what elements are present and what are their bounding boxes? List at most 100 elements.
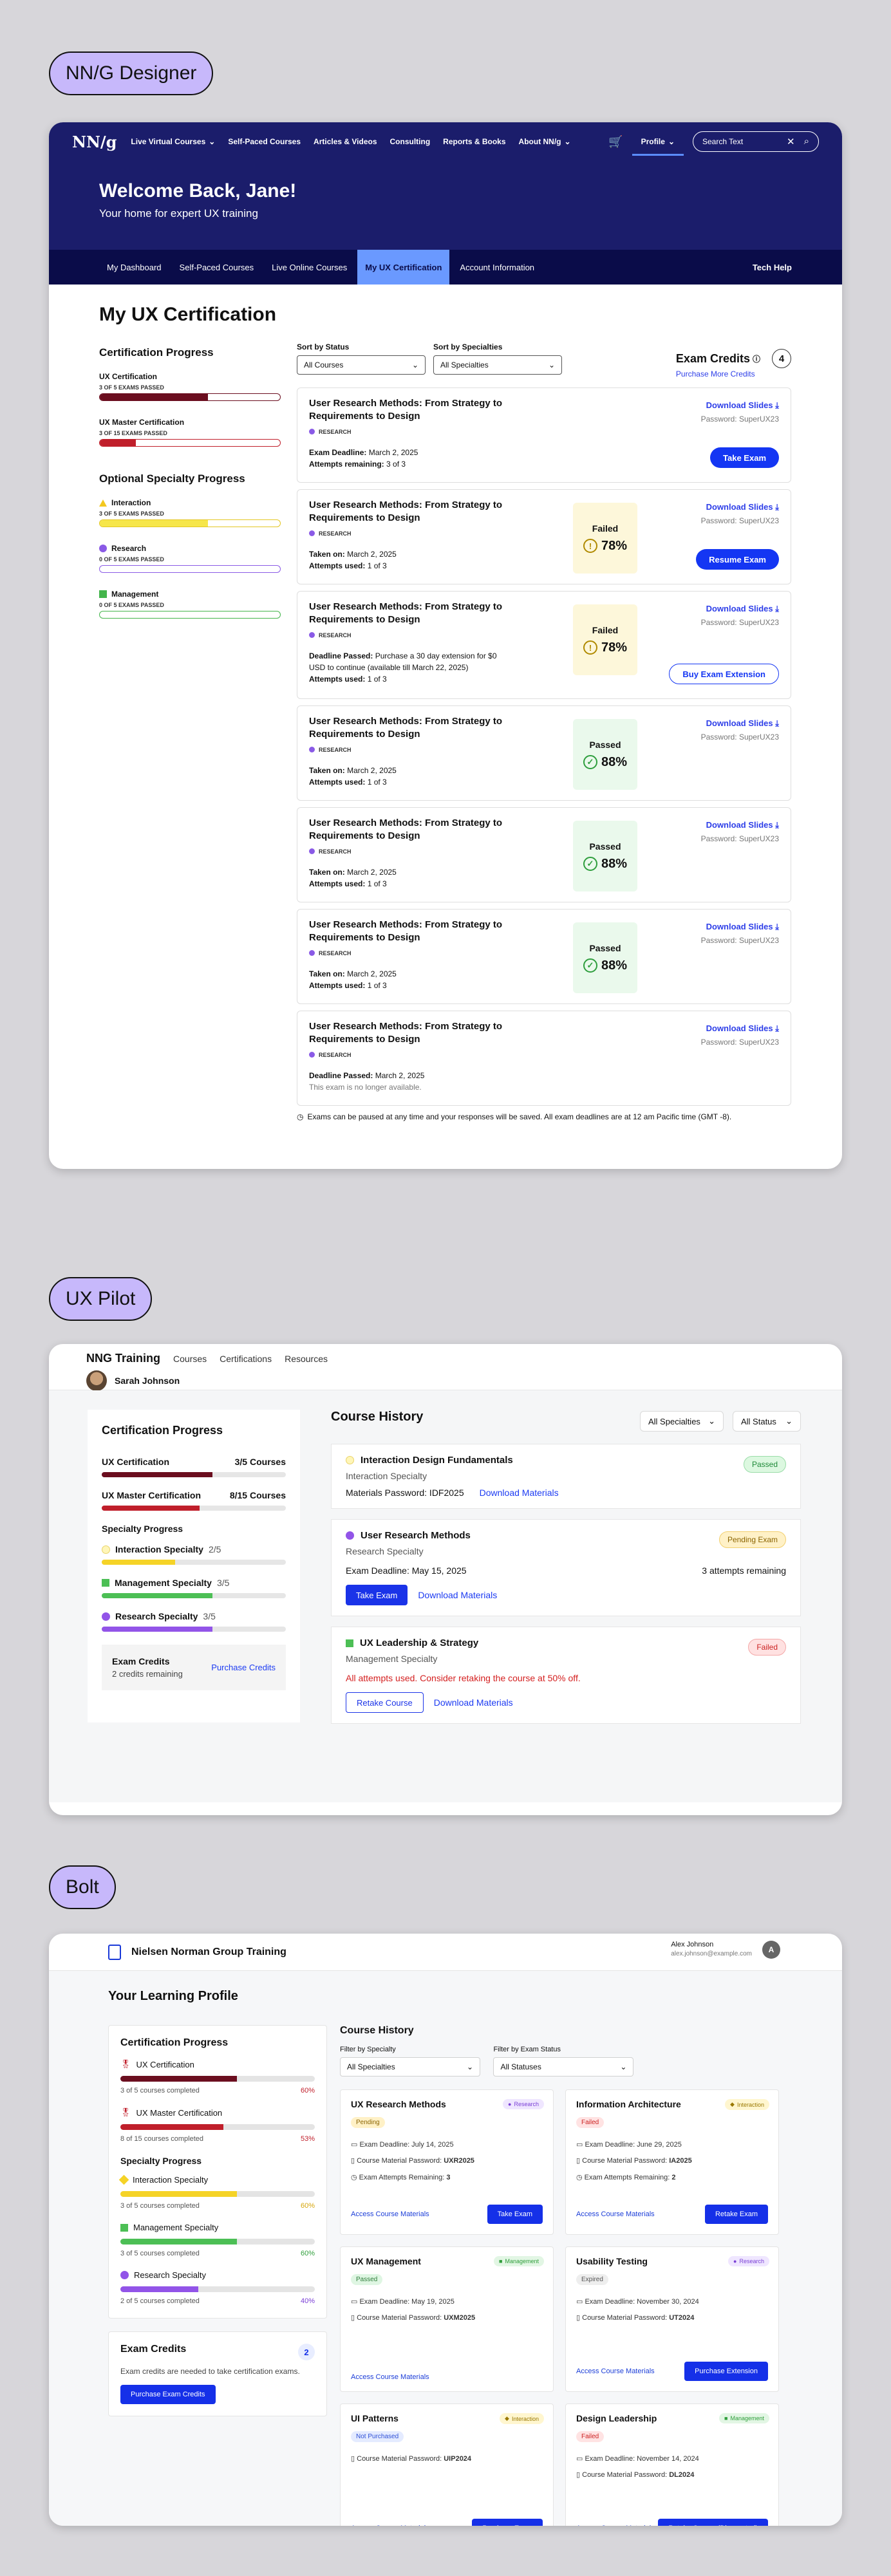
exam-card: User Research Methods: From Strategy to … [297, 705, 791, 801]
section-label-bolt: Bolt [49, 1865, 116, 1909]
circle-icon [309, 747, 315, 752]
exam-info: Taken on: March 2, 2025 Attempts used: 1… [309, 969, 397, 990]
course-card: Information Architecture ◆ Interaction Fa… [565, 2089, 779, 2235]
nav-reports[interactable]: Reports & Books [443, 137, 505, 146]
chevron-down-icon: ⌄ [466, 2062, 473, 2071]
specialty-filter-select[interactable]: All Specialties ⌄ [433, 355, 562, 375]
exam-credits: Exam Credits ⓘ 4 Purchase More Credits [676, 349, 791, 380]
download-materials-link[interactable]: Download Materials [480, 1488, 559, 1498]
tab-live-online[interactable]: Live Online Courses [264, 250, 355, 285]
chevron-down-icon: ⌄ [668, 136, 675, 146]
nav-certifications[interactable]: Certifications [220, 1354, 272, 1364]
course-card: UI Patterns ◆ Interaction Not Purchased ▯… [340, 2403, 554, 2526]
nng-logo[interactable]: NN/g [72, 133, 117, 151]
tab-ux-certification[interactable]: My UX Certification [357, 250, 450, 285]
progress-bar [102, 1506, 286, 1511]
slides-password: Password: SuperUX23 [700, 936, 779, 945]
download-slides-link[interactable]: Download Slides ⤓ [706, 604, 779, 613]
score-box: Passed ✓ 88% [573, 821, 637, 891]
course-action-button[interactable]: Retake Course (Discounted) [658, 2519, 768, 2526]
download-slides-link[interactable]: Download Slides ⤓ [706, 1023, 779, 1033]
retake-course-button[interactable]: Retake Course [346, 1692, 424, 1713]
nav-courses[interactable]: Courses [173, 1354, 207, 1364]
square-icon [346, 1639, 353, 1647]
exam-action-button[interactable]: Resume Exam [696, 549, 779, 570]
status-badge: Passed [743, 1456, 786, 1473]
exam-info: Taken on: March 2, 2025 Attempts used: 1… [309, 765, 397, 787]
nng-top-nav: NN/g Live Virtual Courses ⌄ Self-Paced Co… [49, 122, 842, 161]
info-icon[interactable]: ⓘ [753, 353, 760, 364]
search-icon[interactable]: ⌕ [804, 136, 809, 147]
purchase-credits-link[interactable]: Purchase Credits [211, 1663, 276, 1672]
status-filter-select[interactable]: All Statuses ⌄ [493, 2057, 634, 2077]
bolt-brand[interactable]: Nielsen Norman Group Training [131, 1946, 286, 1958]
specialty-icon: ● [733, 2258, 737, 2264]
exam-card: User Research Methods: From Strategy to … [297, 807, 791, 902]
circle-icon [346, 1531, 354, 1540]
status-select[interactable]: All Status ⌄ [733, 1411, 801, 1432]
nav-about[interactable]: About NN/g ⌄ [519, 137, 571, 146]
score-box: Failed ! 78% [573, 503, 637, 574]
take-exam-button[interactable]: Take Exam [346, 1585, 408, 1605]
tab-self-paced[interactable]: Self-Paced Courses [172, 250, 262, 285]
close-icon[interactable]: ✕ [787, 136, 795, 147]
exam-card: User Research Methods: From Strategy to … [297, 1011, 791, 1106]
access-materials-link[interactable]: Access Course Materials [351, 2525, 429, 2526]
exam-action-button[interactable]: Buy Exam Extension [669, 664, 779, 684]
download-slides-link[interactable]: Download Slides ⤓ [706, 922, 779, 931]
nav-articles[interactable]: Articles & Videos [314, 137, 377, 146]
course-card: Usability Testing ● Research Expired ▭ Ex… [565, 2246, 779, 2392]
progress-bar [102, 1472, 286, 1477]
tab-account-info[interactable]: Account Information [452, 250, 542, 285]
status-badge: Passed [351, 2274, 383, 2285]
download-materials-link[interactable]: Download Materials [434, 1697, 513, 1708]
specialty-icon: ■ [724, 2415, 728, 2422]
search-input[interactable]: Search Text ✕ ⌕ [693, 131, 819, 152]
clock-icon: ◷ [576, 2173, 583, 2181]
tech-help-link[interactable]: Tech Help [753, 250, 792, 285]
nav-self-paced[interactable]: Self-Paced Courses [228, 137, 301, 146]
document-icon: ▯ [351, 2157, 355, 2165]
uxp-window: NNG Training Courses Certifications Reso… [49, 1344, 842, 1815]
user-profile[interactable]: Sarah Johnson [86, 1370, 805, 1391]
download-icon: ⤓ [775, 820, 779, 830]
uxp-progress-panel: Certification Progress UX Certification 3… [88, 1410, 300, 1722]
access-materials-link[interactable]: Access Course Materials [351, 2210, 429, 2218]
nav-resources[interactable]: Resources [285, 1354, 328, 1364]
download-slides-link[interactable]: Download Slides ⤓ [706, 502, 779, 512]
calendar-icon: ▭ [576, 2455, 583, 2463]
check-circle-icon: ✓ [583, 755, 597, 769]
status-badge: Pending [351, 2117, 385, 2128]
uxp-brand[interactable]: NNG Training [86, 1352, 160, 1365]
purchase-credits-link[interactable]: Purchase More Credits [676, 369, 755, 378]
course-action-button[interactable]: Purchase Exam [472, 2519, 543, 2526]
status-filter-select[interactable]: All Courses ⌄ [297, 355, 426, 375]
nav-consulting[interactable]: Consulting [390, 137, 431, 146]
specialty-badge: ◆ Interaction [725, 2099, 769, 2110]
specialty-filter-select[interactable]: All Specialties ⌄ [340, 2057, 480, 2077]
circle-icon [309, 950, 315, 956]
tab-dashboard[interactable]: My Dashboard [99, 250, 169, 285]
access-materials-link[interactable]: Access Course Materials [576, 2367, 655, 2375]
specialty-tag: RESEARCH [309, 848, 779, 855]
course-action-button[interactable]: Take Exam [487, 2205, 543, 2224]
purchase-credits-button[interactable]: Purchase Exam Credits [120, 2385, 216, 2404]
specialty-select[interactable]: All Specialties ⌄ [640, 1411, 724, 1432]
download-materials-link[interactable]: Download Materials [418, 1590, 497, 1600]
profile-menu[interactable]: Profile ⌄ [632, 128, 684, 156]
specialty-icon: ● [508, 2101, 512, 2107]
access-materials-link[interactable]: Access Course Materials [351, 2373, 429, 2381]
nav-live-virtual[interactable]: Live Virtual Courses ⌄ [131, 137, 215, 146]
download-slides-link[interactable]: Download Slides ⤓ [706, 820, 779, 830]
course-action-button[interactable]: Retake Exam [704, 2205, 768, 2224]
access-materials-link[interactable]: Access Course Materials [576, 2210, 655, 2218]
exam-title: User Research Methods: From Strategy to … [309, 716, 503, 740]
access-materials-link[interactable]: Access Course Materials [576, 2525, 655, 2526]
user-profile[interactable]: Alex Johnson alex.johnson@example.com A [671, 1940, 780, 1959]
download-slides-link[interactable]: Download Slides ⤓ [706, 718, 779, 728]
specialty-progress-title: Optional Specialty Progress [99, 472, 245, 485]
exam-action-button[interactable]: Take Exam [710, 447, 779, 468]
course-action-button[interactable]: Purchase Extension [684, 2362, 768, 2381]
download-slides-link[interactable]: Download Slides ⤓ [706, 400, 779, 410]
cart-icon[interactable]: 🛒 [608, 135, 623, 149]
